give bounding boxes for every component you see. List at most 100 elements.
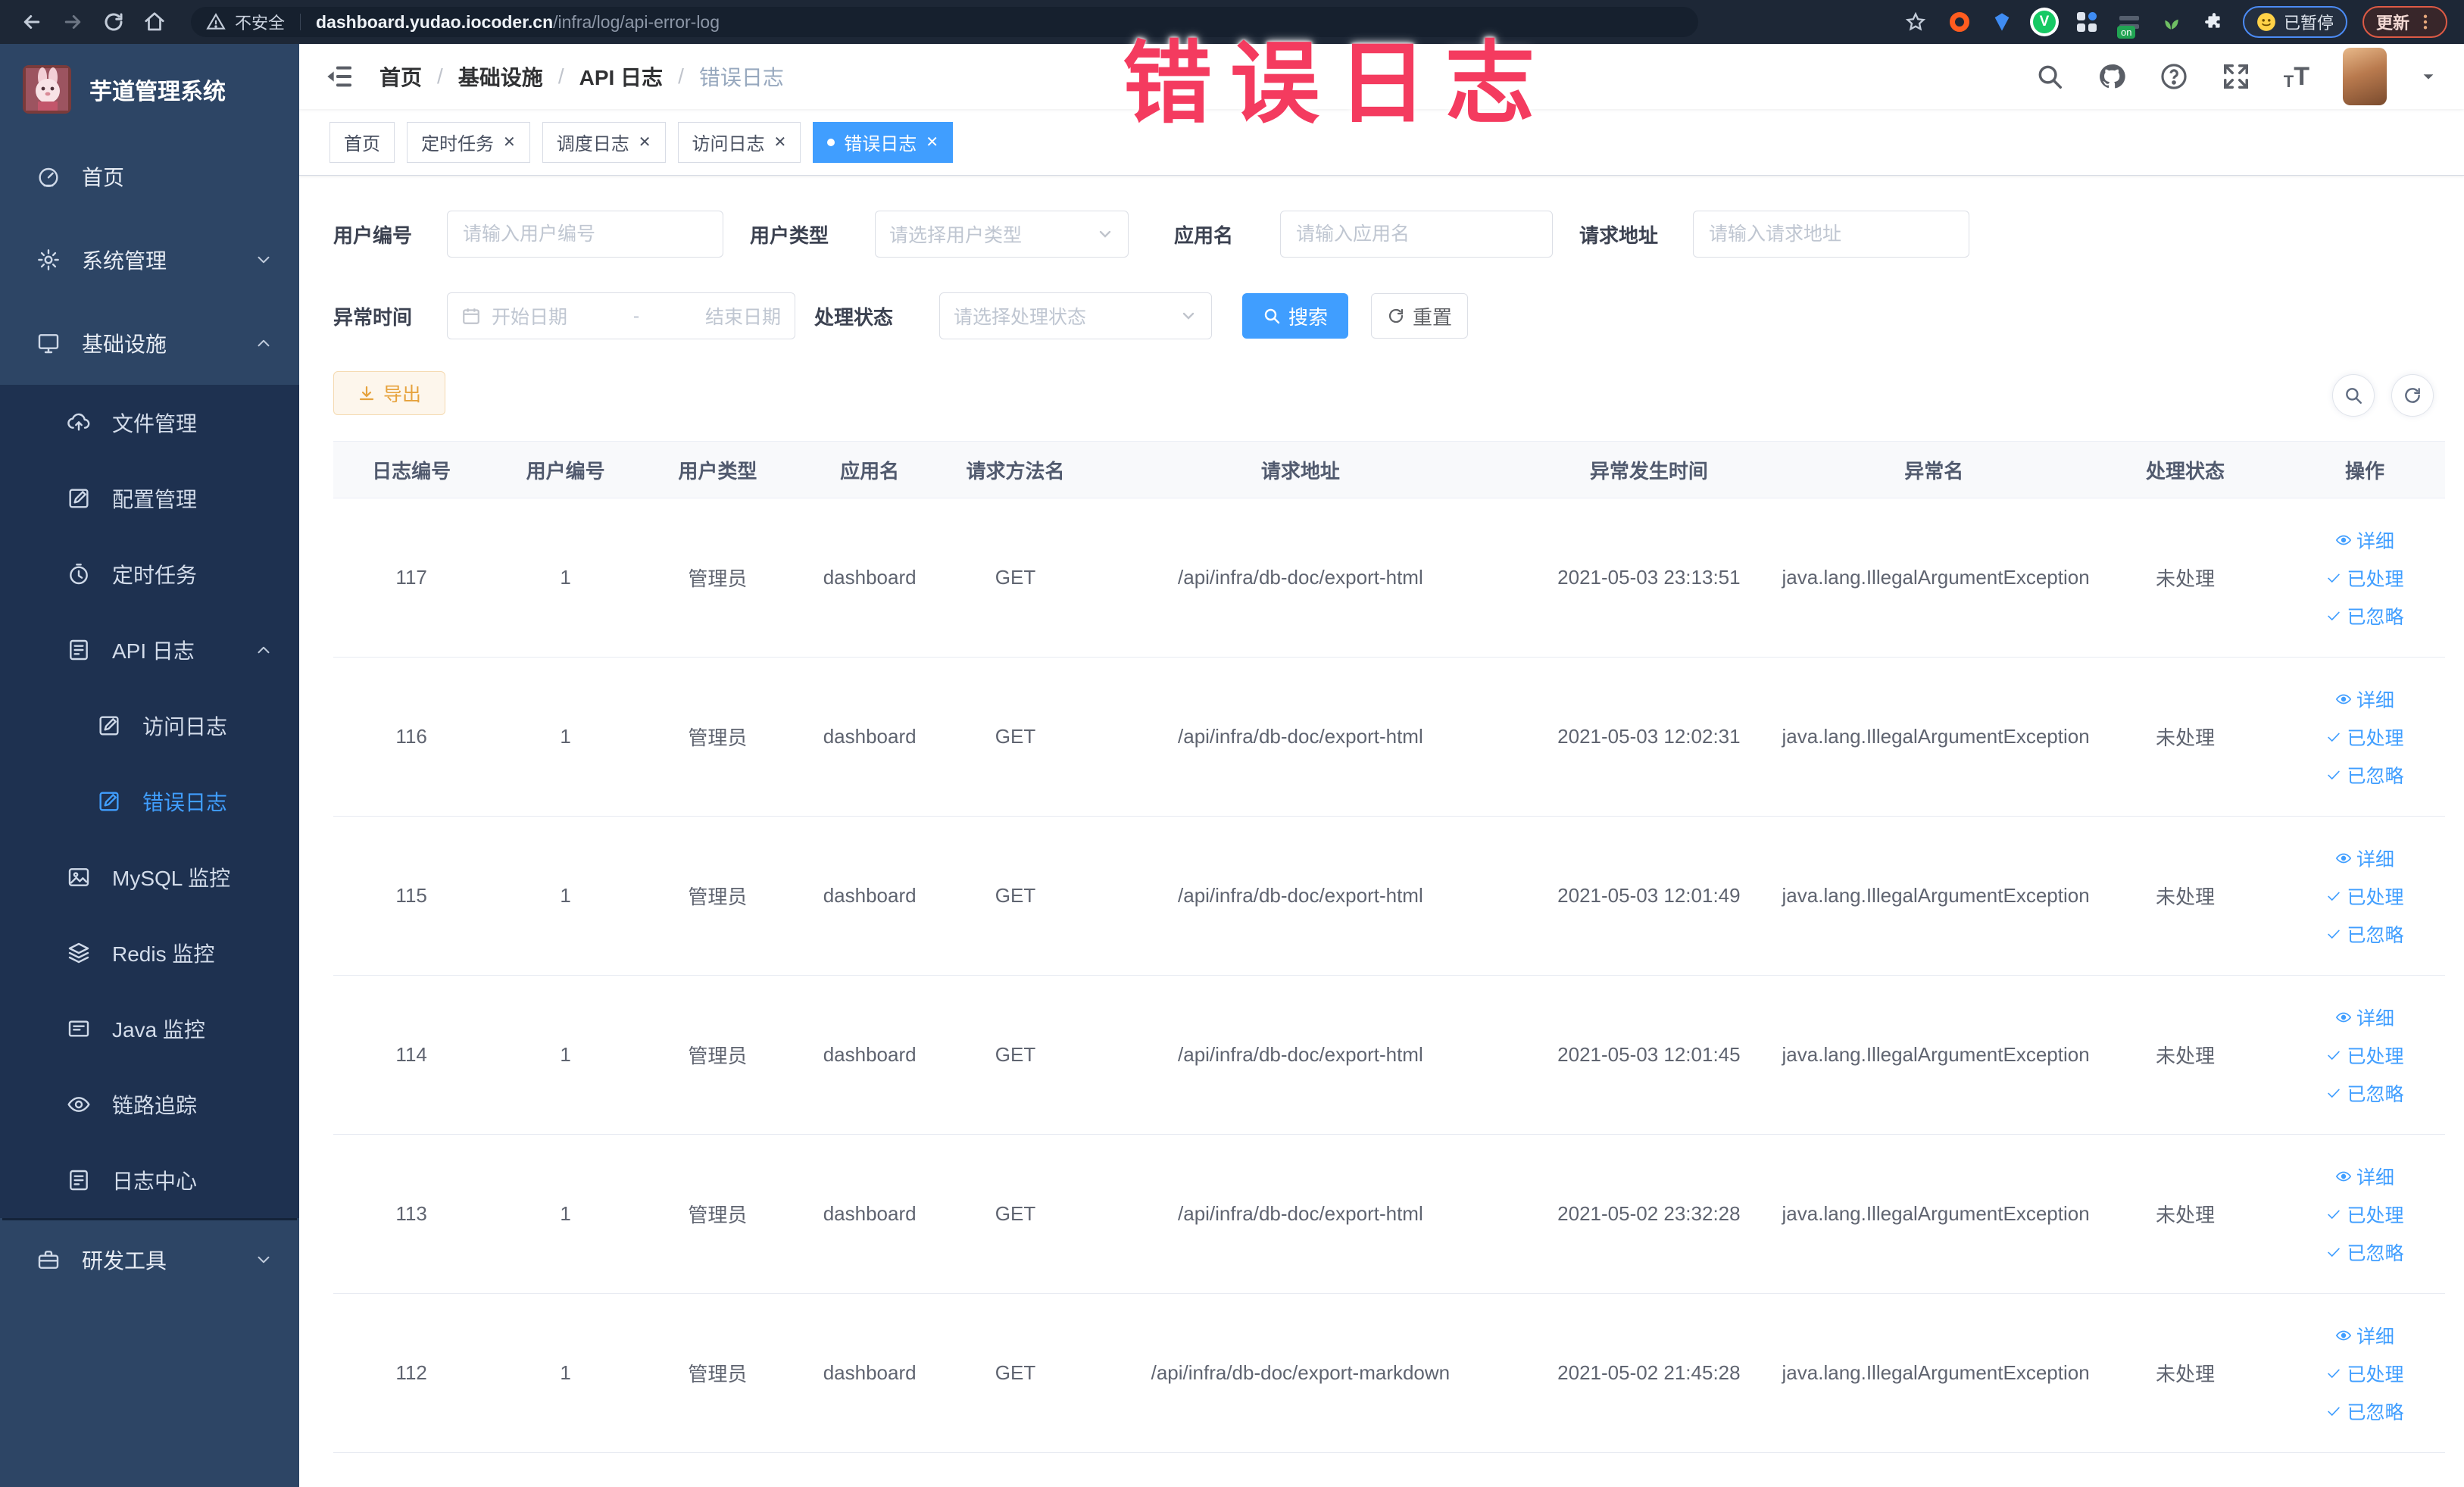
sidebar-item-0[interactable]: 首页 [0,135,299,218]
cell-exception: java.lang.IllegalArgumentException [1782,1043,2090,1066]
check-icon [2325,767,2342,783]
breadcrumb-item[interactable]: 首页 [379,61,422,92]
extension-green-v-icon[interactable]: V [2031,8,2058,36]
user-type-select[interactable]: 请选择用户类型 [875,211,1129,258]
refresh-table-button[interactable] [2391,374,2434,417]
action-已忽略[interactable]: 已忽略 [2325,920,2404,948]
action-已处理[interactable]: 已处理 [2325,883,2404,910]
home-icon[interactable] [139,7,170,37]
sidebar-item-label: 访问日志 [142,715,228,739]
extension-on-icon[interactable]: on [2116,8,2143,39]
font-size-icon[interactable]: TT [2284,62,2309,92]
extension-grid-icon[interactable] [2073,8,2100,36]
breadcrumb-separator: / [678,64,684,88]
action-详细[interactable]: 详细 [2335,1163,2394,1190]
app-title: 芋道管理系统 [89,80,226,105]
docs-help-icon[interactable] [2160,62,2188,91]
sidebar-item-9[interactable]: MySQL 监控 [0,839,299,915]
sidebar-item-3[interactable]: 文件管理 [0,385,299,461]
page-url: dashboard.yudao.iocoder.cn/infra/log/api… [316,11,720,32]
cell-method: GET [995,1202,1036,1225]
user-id-input[interactable] [447,211,723,258]
back-icon[interactable] [17,7,47,37]
action-已处理[interactable]: 已处理 [2325,564,2404,592]
sidebar-item-label: 首页 [82,166,125,189]
chrome-update-badge[interactable]: 更新 [2362,6,2447,38]
extension-leaf-icon[interactable] [2158,8,2185,36]
view-icon [2335,850,2352,867]
extension-blue-icon[interactable] [1988,8,2016,36]
action-已忽略[interactable]: 已忽略 [2325,1239,2404,1266]
tab-错误日志[interactable]: 错误日志 ✕ [813,121,954,163]
action-已忽略[interactable]: 已忽略 [2325,761,2404,789]
sidebar-item-13[interactable]: 日志中心 [0,1142,299,1218]
extension-orange-icon[interactable] [1946,8,1973,36]
hamburger-icon[interactable] [325,61,355,92]
close-icon[interactable]: ✕ [774,135,787,150]
chevron-down-icon[interactable] [2420,68,2437,85]
table-body: 117 1 管理员 dashboard GET/api/infra/db-doc/exp… [333,498,2445,1453]
profile-paused-badge[interactable]: 已暂停 [2242,6,2347,38]
action-已处理[interactable]: 已处理 [2325,1360,2404,1387]
action-已忽略[interactable]: 已忽略 [2325,602,2404,629]
app-name-input[interactable] [1280,211,1553,258]
action-详细[interactable]: 详细 [2335,1004,2394,1031]
cell-time: 2021-05-03 12:01:45 [1557,1043,1741,1066]
sidebar-item-10[interactable]: Redis 监控 [0,915,299,991]
table-row: 116 1 管理员 dashboard GET/api/infra/db-doc/exp… [333,658,2445,817]
action-详细[interactable]: 详细 [2335,1322,2394,1349]
action-已忽略[interactable]: 已忽略 [2325,1079,2404,1107]
close-icon[interactable]: ✕ [926,135,938,150]
action-详细[interactable]: 详细 [2335,686,2394,713]
sidebar-item-8[interactable]: 错误日志 [0,764,299,839]
end-date-placeholder: 结束日期 [704,307,781,328]
tab-调度日志[interactable]: 调度日志 ✕ [542,121,666,163]
action-已忽略[interactable]: 已忽略 [2325,1398,2404,1425]
tab-label: 定时任务 [421,134,494,155]
app-logo-row[interactable]: 芋道管理系统 [0,44,299,135]
sidebar-item-12[interactable]: 链路追踪 [0,1067,299,1142]
tab-首页[interactable]: 首页 [329,121,395,163]
sidebar-item-5[interactable]: 定时任务 [0,536,299,612]
action-已处理[interactable]: 已处理 [2325,1201,2404,1228]
sidebar-item-2[interactable]: 基础设施 [0,301,299,385]
sidebar-item-14[interactable]: 研发工具 [0,1218,299,1301]
action-详细[interactable]: 详细 [2335,526,2394,554]
paused-label: 已暂停 [2283,14,2334,33]
tab-访问日志[interactable]: 访问日志 ✕ [677,121,801,163]
request-url-input[interactable] [1693,211,1969,258]
cell-actions: 详细 已处理 已忽略 [2284,1163,2445,1266]
action-已处理[interactable]: 已处理 [2325,723,2404,751]
fullscreen-icon[interactable] [2222,62,2250,91]
user-avatar[interactable] [2343,48,2387,105]
action-详细[interactable]: 详细 [2335,845,2394,872]
sidebar-item-4[interactable]: 配置管理 [0,461,299,536]
header-search-icon[interactable] [2035,62,2064,91]
table-row: 112 1 管理员 dashboard GET/api/infra/db-doc/exp… [333,1294,2445,1453]
sidebar-item-6[interactable]: API 日志 [0,612,299,688]
process-status-select[interactable]: 请选择处理状态 [939,292,1212,339]
search-button[interactable]: 搜索 [1242,293,1348,339]
export-button[interactable]: 导出 [333,371,445,415]
reset-button[interactable]: 重置 [1371,293,1468,339]
bookmark-star-icon[interactable] [1900,7,1931,37]
toggle-search-button[interactable] [2332,374,2375,417]
github-icon[interactable] [2097,62,2126,91]
layers-icon [67,941,91,965]
sidebar-item-11[interactable]: Java 监控 [0,991,299,1067]
breadcrumb-item[interactable]: API 日志 [579,61,663,92]
action-已处理[interactable]: 已处理 [2325,1042,2404,1069]
reload-icon[interactable] [98,7,129,37]
cell-status: 未处理 [2156,1045,2216,1067]
exception-time-range[interactable]: 开始日期 - 结束日期 [447,292,795,339]
close-icon[interactable]: ✕ [503,135,516,150]
forward-icon[interactable] [58,7,88,37]
check-icon [2325,1047,2342,1064]
breadcrumb-item[interactable]: 基础设施 [458,61,543,92]
sidebar-item-7[interactable]: 访问日志 [0,688,299,764]
close-icon[interactable]: ✕ [639,135,651,150]
tab-定时任务[interactable]: 定时任务 ✕ [407,121,530,163]
cell-id: 115 [395,884,427,907]
extensions-puzzle-icon[interactable] [2200,8,2228,36]
sidebar-item-1[interactable]: 系统管理 [0,218,299,301]
